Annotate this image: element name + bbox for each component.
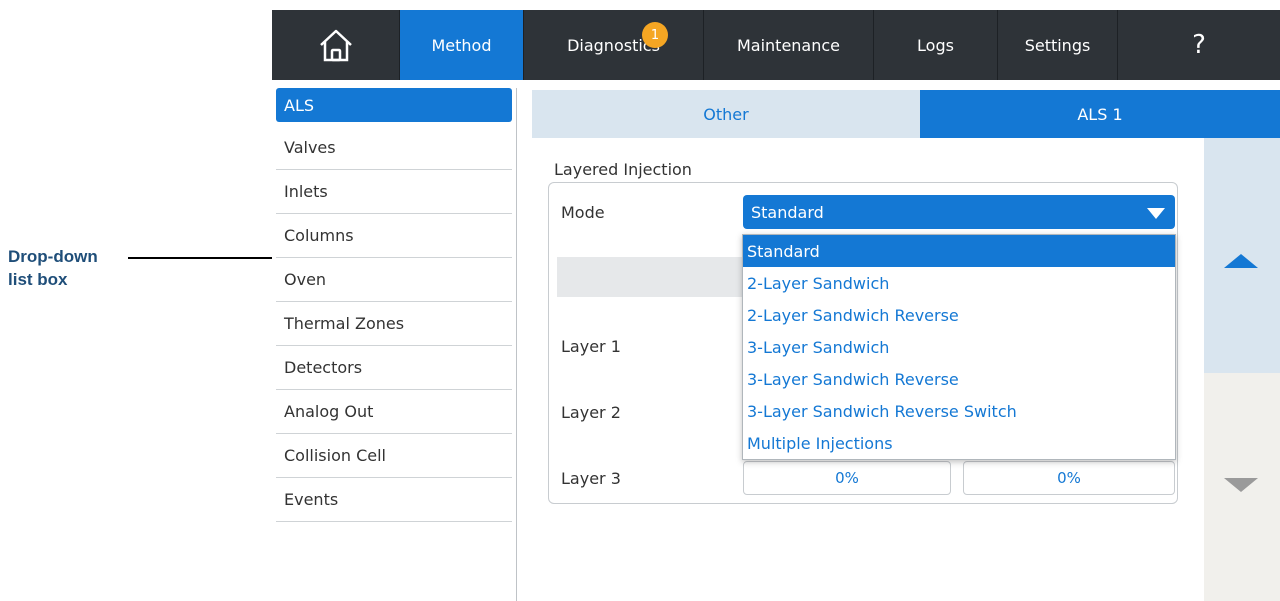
- dropdown-option-multiple-injections[interactable]: Multiple Injections: [743, 427, 1175, 459]
- arrow-down-icon[interactable]: [1224, 478, 1258, 492]
- help-button[interactable]: ?: [1118, 10, 1280, 80]
- dropdown-option-2-layer-sandwich-reverse[interactable]: 2-Layer Sandwich Reverse: [743, 299, 1175, 331]
- home-button[interactable]: [272, 10, 400, 80]
- dropdown-option-standard[interactable]: Standard: [743, 235, 1175, 267]
- tab-diagnostics[interactable]: Diagnostics 1: [524, 10, 704, 80]
- scroll-panel: [1204, 138, 1280, 601]
- sidebar-item-valves[interactable]: Valves: [276, 126, 512, 170]
- section-title: Layered Injection: [554, 160, 692, 179]
- dropdown-option-3-layer-sandwich-reverse-switch[interactable]: 3-Layer Sandwich Reverse Switch: [743, 395, 1175, 427]
- sidebar-item-collision-cell[interactable]: Collision Cell: [276, 434, 512, 478]
- sidebar-item-inlets[interactable]: Inlets: [276, 170, 512, 214]
- dropdown-option-3-layer-sandwich[interactable]: 3-Layer Sandwich: [743, 331, 1175, 363]
- sidebar-item-als[interactable]: ALS: [276, 88, 512, 122]
- tab-settings[interactable]: Settings: [998, 10, 1118, 80]
- sidebar-item-events[interactable]: Events: [276, 478, 512, 522]
- sidebar: ALS Valves Inlets Columns Oven Thermal Z…: [276, 88, 517, 601]
- tab-als-1[interactable]: ALS 1: [920, 90, 1280, 138]
- layer-3-field-1[interactable]: 0%: [743, 461, 951, 495]
- sidebar-item-oven[interactable]: Oven: [276, 258, 512, 302]
- callout-label: Drop-down list box: [8, 245, 98, 291]
- tab-other[interactable]: Other: [532, 90, 920, 138]
- layer-1-label: Layer 1: [561, 337, 621, 356]
- mode-select[interactable]: Standard: [743, 195, 1175, 229]
- sidebar-item-thermal-zones[interactable]: Thermal Zones: [276, 302, 512, 346]
- callout-line2: list box: [8, 270, 68, 289]
- mode-dropdown-list: Standard 2-Layer Sandwich 2-Layer Sandwi…: [742, 234, 1176, 460]
- tab-logs[interactable]: Logs: [874, 10, 998, 80]
- sidebar-item-analog-out[interactable]: Analog Out: [276, 390, 512, 434]
- layer-3-field-2[interactable]: 0%: [963, 461, 1175, 495]
- arrow-up-icon: [1224, 254, 1258, 268]
- tab-maintenance[interactable]: Maintenance: [704, 10, 874, 80]
- home-icon: [319, 29, 352, 62]
- sidebar-item-detectors[interactable]: Detectors: [276, 346, 512, 390]
- mode-select-value: Standard: [751, 202, 824, 222]
- top-nav: Method Diagnostics 1 Maintenance Logs Se…: [272, 10, 1280, 80]
- dropdown-option-2-layer-sandwich[interactable]: 2-Layer Sandwich: [743, 267, 1175, 299]
- dropdown-option-3-layer-sandwich-reverse[interactable]: 3-Layer Sandwich Reverse: [743, 363, 1175, 395]
- chevron-down-icon: [1147, 208, 1165, 219]
- layer-3-label: Layer 3: [561, 469, 621, 488]
- sub-tabs: Other ALS 1: [532, 90, 1280, 138]
- tab-method[interactable]: Method: [400, 10, 524, 80]
- callout-line1: Drop-down: [8, 247, 98, 266]
- layer-2-label: Layer 2: [561, 403, 621, 422]
- scroll-up-button[interactable]: [1204, 138, 1280, 373]
- sidebar-item-columns[interactable]: Columns: [276, 214, 512, 258]
- diagnostics-badge: 1: [642, 22, 668, 48]
- mode-label: Mode: [561, 203, 605, 222]
